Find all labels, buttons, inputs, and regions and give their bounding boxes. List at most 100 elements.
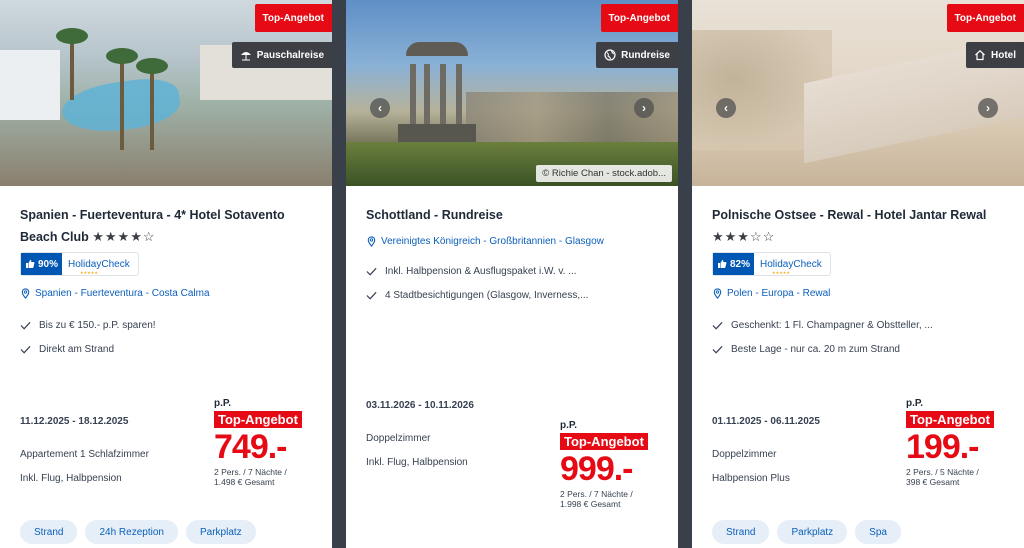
room-type: Doppelzimmer	[366, 433, 431, 444]
price-total: 1.998 € Gesamt	[560, 499, 621, 509]
feature-text: Geschenkt: 1 Fl. Champagner & Obstteller…	[731, 319, 933, 331]
feature-item: Beste Lage - nur ca. 20 m zum Strand	[712, 337, 1004, 361]
photo-credit: © Richie Chan - stock.adob...	[536, 165, 672, 182]
amenity-chip[interactable]: Strand	[712, 520, 770, 544]
board-type: Inkl. Flug, Halbpension	[366, 457, 468, 468]
price-top-offer-tag: Top-Angebot	[214, 411, 302, 428]
hotel-image[interactable]: ‹ › Top-Angebot Hotel	[692, 0, 1024, 186]
trip-info: 11.12.2025 - 18.12.2025 Appartement 1 Sc…	[20, 416, 149, 497]
travel-dates: 01.11.2025 - 06.11.2025	[712, 416, 820, 427]
checkmark-icon	[712, 321, 723, 330]
tour-image[interactable]: ‹ › Top-Angebot Rundreise © Richie Chan …	[346, 0, 678, 186]
top-offer-badge: Top-Angebot	[600, 4, 678, 32]
offer-card-fuerteventura[interactable]: Top-Angebot Pauschalreise Spanien - Fuer…	[0, 0, 332, 548]
per-person-label: p.P.	[906, 398, 924, 409]
feature-item: Geschenkt: 1 Fl. Champagner & Obstteller…	[712, 313, 1004, 337]
room-type: Appartement 1 Schlafzimmer	[20, 449, 149, 460]
house-icon	[975, 49, 985, 61]
map-pin-icon	[367, 236, 376, 247]
price-total: 1.498 € Gesamt	[214, 477, 275, 487]
location-link[interactable]: Polen - Europa - Rewal	[712, 288, 1004, 299]
price-box[interactable]: p.P. Top-Angebot 199.- 2 Pers. / 5 Nächt…	[906, 398, 1004, 487]
feature-text: Inkl. Halbpension & Ausflugspaket i.W. v…	[385, 265, 577, 277]
location-link[interactable]: Spanien - Fuerteventura - Costa Calma	[20, 288, 312, 299]
price-amount: 999.-	[560, 450, 634, 488]
price-top-offer-tag: Top-Angebot	[560, 433, 648, 450]
holidaycheck-score-value: 90%	[38, 258, 59, 270]
feature-item: Bis zu € 150.- p.P. sparen!	[20, 313, 312, 337]
holidaycheck-score: 90%	[21, 253, 63, 275]
trip-info: 03.11.2026 - 10.11.2026 Doppelzimmer Ink…	[366, 400, 474, 481]
star-rating: ★★★★☆	[92, 229, 156, 244]
star-rating: ★★★☆☆	[712, 229, 776, 244]
offer-card-schottland[interactable]: ‹ › Top-Angebot Rundreise © Richie Chan …	[346, 0, 678, 548]
hotel-image[interactable]: Top-Angebot Pauschalreise	[0, 0, 332, 186]
feature-list: Bis zu € 150.- p.P. sparen! Direkt am St…	[20, 313, 312, 361]
amenity-chip[interactable]: Strand	[20, 520, 78, 544]
feature-item: Direkt am Strand	[20, 337, 312, 361]
location-link[interactable]: Vereinigtes Königreich - Großbritannien …	[366, 236, 658, 247]
checkmark-icon	[366, 291, 377, 300]
amenity-chip[interactable]: Spa	[855, 520, 901, 544]
feature-text: Direkt am Strand	[39, 343, 115, 355]
trip-info: 01.11.2025 - 06.11.2025 Doppelzimmer Hal…	[712, 416, 820, 497]
feature-text: Beste Lage - nur ca. 20 m zum Strand	[731, 343, 900, 355]
travel-dates: 03.11.2026 - 10.11.2026	[366, 400, 474, 411]
location-text[interactable]: Vereinigtes Königreich - Großbritannien …	[381, 236, 604, 247]
palm-tree-shape	[136, 58, 168, 150]
palm-tree-shape	[106, 48, 138, 150]
amenity-chip[interactable]: Parkplatz	[185, 520, 256, 544]
palm-tree-shape	[56, 28, 88, 100]
feature-list: Geschenkt: 1 Fl. Champagner & Obstteller…	[712, 313, 1004, 361]
checkmark-icon	[712, 345, 723, 354]
amenity-chip[interactable]: 24h Rezeption	[85, 520, 178, 544]
offer-card-rewal[interactable]: ‹ › Top-Angebot Hotel Polnische Ostsee -…	[692, 0, 1024, 548]
building-shape	[0, 50, 60, 120]
location-text[interactable]: Spanien - Fuerteventura - Costa Calma	[35, 288, 210, 299]
price-detail-line: 2 Pers. / 7 Nächte /	[560, 489, 633, 499]
price-amount: 199.-	[906, 428, 980, 466]
travel-type-badge: Pauschalreise	[231, 42, 332, 68]
amenity-chip[interactable]: Parkplatz	[777, 520, 848, 544]
holidaycheck-rating[interactable]: 82% HolidayCheck	[712, 252, 831, 276]
price-amount: 749.-	[214, 428, 288, 466]
offer-title[interactable]: Polnische Ostsee - Rewal - Hotel Jantar …	[712, 204, 1004, 248]
feature-item: 4 Stadtbesichtigungen (Glasgow, Invernes…	[366, 283, 658, 307]
travel-type-badge: Hotel	[966, 42, 1024, 68]
per-person-label: p.P.	[560, 420, 578, 431]
price-total: 398 € Gesamt	[906, 477, 960, 487]
chevron-left-icon[interactable]: ‹	[716, 98, 736, 118]
room-type: Doppelzimmer	[712, 449, 777, 460]
thumbs-up-icon	[718, 259, 727, 268]
travel-type-badge: Rundreise	[596, 42, 678, 68]
per-person-label: p.P.	[214, 398, 232, 409]
price-detail-line: 2 Pers. / 5 Nächte /	[906, 467, 979, 477]
travel-dates: 11.12.2025 - 18.12.2025	[20, 416, 129, 427]
offer-title[interactable]: Spanien - Fuerteventura - 4* Hotel Sotav…	[20, 204, 312, 248]
location-text[interactable]: Polen - Europa - Rewal	[727, 288, 830, 299]
offer-title-text[interactable]: Polnische Ostsee - Rewal - Hotel Jantar …	[712, 208, 986, 222]
map-pin-icon	[21, 288, 30, 299]
holidaycheck-score-value: 82%	[730, 258, 751, 270]
travel-type-label: Rundreise	[621, 49, 670, 61]
holidaycheck-score: 82%	[713, 253, 755, 275]
top-offer-badge: Top-Angebot	[946, 4, 1024, 32]
board-type: Inkl. Flug, Halbpension	[20, 473, 122, 484]
travel-type-label: Hotel	[991, 49, 1016, 61]
chevron-right-icon[interactable]: ›	[978, 98, 998, 118]
holidaycheck-rating[interactable]: 90% HolidayCheck	[20, 252, 139, 276]
beach-umbrella-icon	[240, 52, 251, 61]
price-box[interactable]: p.P. Top-Angebot 749.- 2 Pers. / 7 Nächt…	[214, 398, 312, 487]
chevron-left-icon[interactable]: ‹	[370, 98, 390, 118]
monument-shape	[398, 28, 476, 148]
board-type: Halbpension Plus	[712, 473, 790, 484]
travel-type-label: Pauschalreise	[256, 49, 324, 61]
chevron-right-icon[interactable]: ›	[634, 98, 654, 118]
price-box[interactable]: p.P. Top-Angebot 999.- 2 Pers. / 7 Nächt…	[560, 420, 658, 509]
top-offer-badge: Top-Angebot	[254, 4, 332, 32]
feature-list: Inkl. Halbpension & Ausflugspaket i.W. v…	[366, 259, 658, 307]
holidaycheck-logo: HolidayCheck	[62, 259, 138, 275]
checkmark-icon	[366, 267, 377, 276]
checkmark-icon	[20, 345, 31, 354]
offer-title[interactable]: Schottland - Rundreise	[366, 204, 658, 226]
